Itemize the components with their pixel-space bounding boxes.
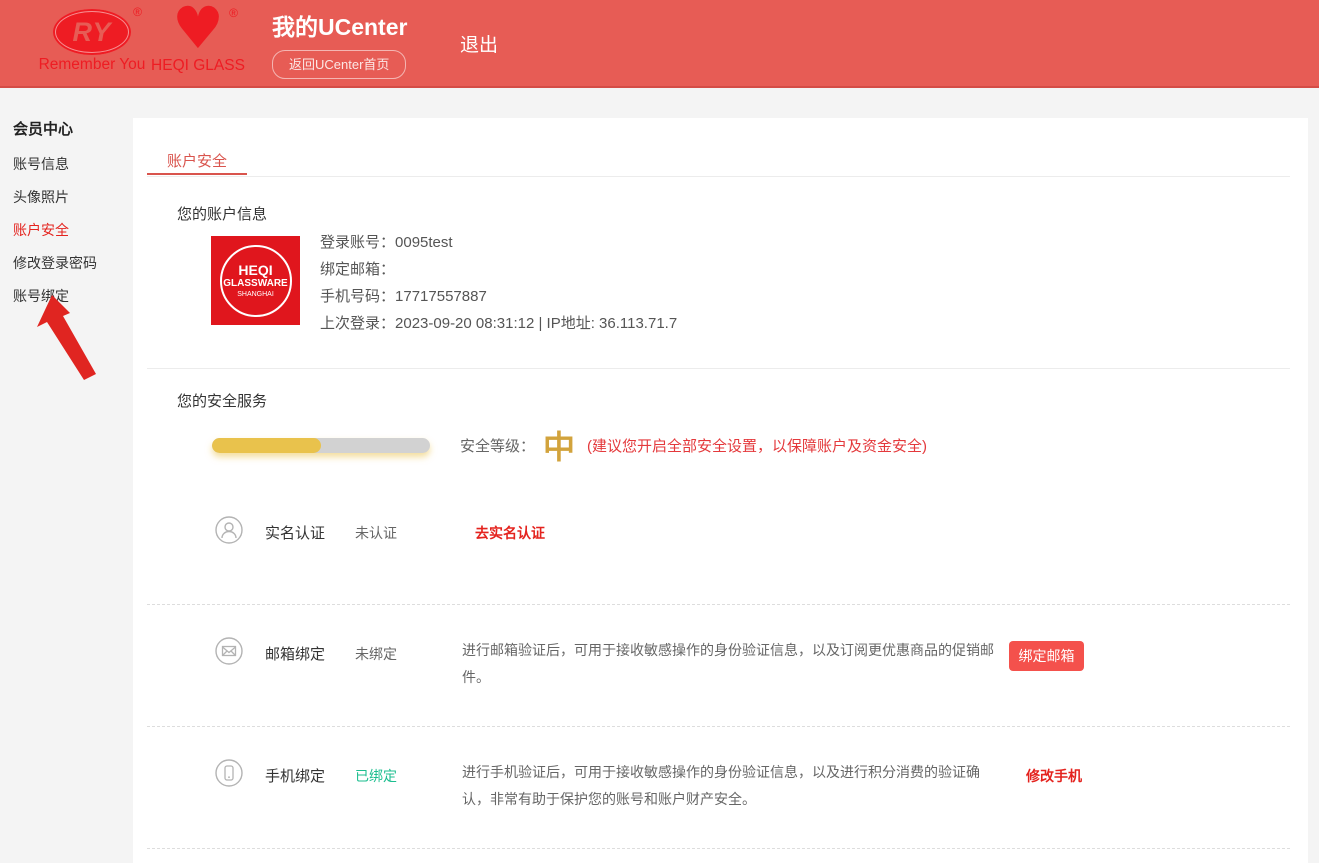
heqi-glass-caption: HEQI GLASS <box>146 57 250 75</box>
last-login-value: 2023-09-20 08:31:12 | IP地址: 36.113.71.7 <box>395 315 677 332</box>
security-services-heading: 您的安全服务 <box>177 390 267 411</box>
login-account-line: 登录账号：0095test <box>320 235 677 251</box>
sidebar-item-account-info[interactable]: 账号信息 <box>13 156 133 172</box>
bind-email-button[interactable]: 绑定邮箱 <box>1009 641 1084 671</box>
service-status: 已绑定 <box>355 766 462 786</box>
service-name: 手机绑定 <box>265 765 355 786</box>
account-info-list: 登录账号：0095test 绑定邮箱： 手机号码：17717557887 上次登… <box>320 235 677 343</box>
tab-account-security[interactable]: 账户安全 <box>147 150 247 175</box>
sidebar-nav: 会员中心 账号信息 头像照片 账户安全 修改登录密码 账号绑定 <box>0 88 133 863</box>
bound-email-line: 绑定邮箱： <box>320 262 677 278</box>
avatar-line1: HEQI <box>238 263 272 278</box>
service-name: 邮箱绑定 <box>265 643 355 664</box>
change-phone-link[interactable]: 修改手机 <box>1026 766 1082 786</box>
registered-mark: ® <box>229 6 238 20</box>
logout-link[interactable]: 退出 <box>460 30 498 57</box>
last-login-label: 上次登录： <box>320 315 395 332</box>
heqi-glass-logo: ♥ ® HEQI GLASS <box>146 0 250 75</box>
avatar-line3: SHANGHAI <box>237 290 274 299</box>
phone-number-label: 手机号码： <box>320 288 395 305</box>
last-login-line: 上次登录：2023-09-20 08:31:12 | IP地址: 36.113.… <box>320 316 677 332</box>
back-to-ucenter-home-button[interactable]: 返回UCenter首页 <box>272 50 406 79</box>
security-level-row: 安全等级： 中 (建议您开启全部安全设置，以保障账户及资金安全) <box>212 424 927 466</box>
heqi-avatar-badge: HEQI GLASSWARE SHANGHAI <box>220 245 292 317</box>
top-header: RY ® Remember You ♥ ® HEQI GLASS 我的UCent… <box>0 0 1319 88</box>
mail-icon <box>215 637 243 665</box>
bound-email-label: 绑定邮箱： <box>320 261 395 278</box>
security-level-tip: (建议您开启全部安全设置，以保障账户及资金安全) <box>587 435 927 456</box>
tab-divider <box>147 176 1290 177</box>
account-info-heading: 您的账户信息 <box>177 203 267 224</box>
service-name: 实名认证 <box>265 522 355 543</box>
email-binding-row: 邮箱绑定 未绑定 进行邮箱验证后，可用于接收敏感操作的身份验证信息，以及订阅更优… <box>215 637 1290 691</box>
ry-logo-icon: RY <box>53 9 131 55</box>
red-arrow-annotation-icon <box>36 292 106 384</box>
dashed-divider <box>147 604 1290 605</box>
service-status: 未认证 <box>355 523 462 543</box>
section-divider <box>147 368 1290 369</box>
login-account-label: 登录账号： <box>320 234 395 251</box>
remember-you-caption: Remember You <box>36 56 148 74</box>
registered-mark: ® <box>133 5 142 19</box>
remember-you-logo: RY ® Remember You <box>36 9 148 74</box>
phone-number-line: 手机号码：17717557887 <box>320 289 677 305</box>
page-title: 我的UCenter <box>272 8 407 42</box>
security-level-value: 中 <box>543 422 575 468</box>
service-description: 进行邮箱验证后，可用于接收敏感操作的身份验证信息，以及订阅更优惠商品的促销邮件。 <box>462 637 1002 691</box>
phone-number-value: 17717557887 <box>395 288 487 305</box>
go-realname-verify-link[interactable]: 去实名认证 <box>475 523 545 543</box>
dashed-divider <box>147 726 1290 727</box>
sidebar-heading: 会员中心 <box>13 118 133 139</box>
security-progress-fill <box>212 438 321 453</box>
sidebar-item-account-security[interactable]: 账户安全 <box>13 222 133 238</box>
avatar-line2: GLASSWARE <box>223 278 287 290</box>
login-account-value: 0095test <box>395 234 453 251</box>
service-status: 未绑定 <box>355 644 462 664</box>
sidebar-item-avatar-photo[interactable]: 头像照片 <box>13 189 133 205</box>
sidebar-item-change-password[interactable]: 修改登录密码 <box>13 255 133 271</box>
security-progress-bar <box>212 438 430 453</box>
ry-monogram: RY <box>72 17 111 48</box>
security-level-label: 安全等级： <box>460 435 535 456</box>
realname-verification-row: 实名认证 未认证 去实名认证 <box>215 516 1290 544</box>
phone-binding-row: 手机绑定 已绑定 进行手机验证后，可用于接收敏感操作的身份验证信息，以及进行积分… <box>215 759 1290 813</box>
avatar: HEQI GLASSWARE SHANGHAI <box>211 236 300 325</box>
user-icon <box>215 516 243 544</box>
account-security-panel: 账户安全 您的账户信息 HEQI GLASSWARE SHANGHAI 登录账号… <box>133 118 1308 863</box>
phone-icon <box>215 759 243 787</box>
dashed-divider <box>147 848 1290 849</box>
service-description: 进行手机验证后，可用于接收敏感操作的身份验证信息，以及进行积分消费的验证确认，非… <box>462 759 1002 813</box>
